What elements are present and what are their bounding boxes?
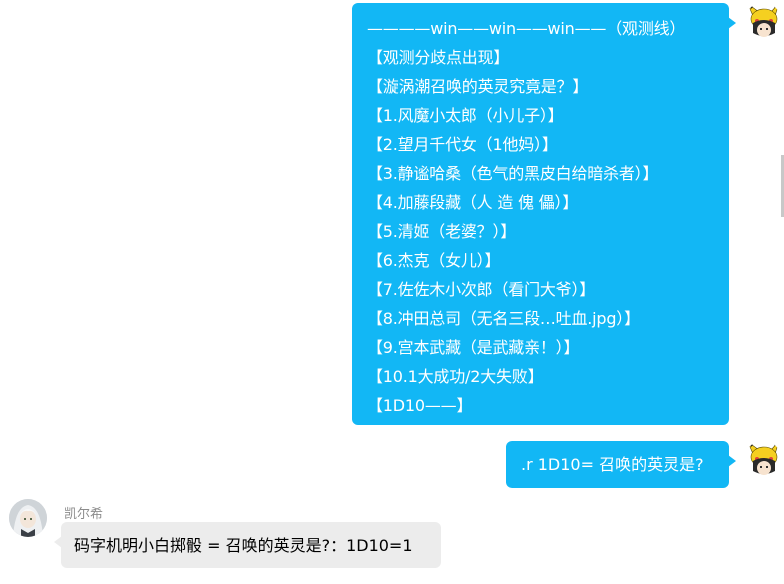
white-haired-character-avatar-icon[interactable] <box>9 499 47 537</box>
message-line: 【1D10——】 <box>367 396 473 415</box>
message-bubble-self[interactable]: .r 1D10= 召唤的英灵是? <box>506 441 736 488</box>
message-line: 【9.宫本武藏（是武藏亲！）】 <box>367 338 580 357</box>
message-line: 【3.静谧哈桑（色气的黑皮白给暗杀者）】 <box>367 164 659 183</box>
message-text: .r 1D10= 召唤的英灵是? <box>521 455 704 474</box>
message-line: 【8.冲田总司（无名三段…吐血.jpg）】 <box>367 309 640 328</box>
message-line: ————win——win——win——（观测线） <box>367 19 686 38</box>
message-line: 【7.佐佐木小次郎（看门大爷）】 <box>367 280 596 299</box>
message-line: 【6.杰克（女儿）】 <box>367 251 501 270</box>
pikachu-hat-avatar-icon[interactable] <box>744 3 782 41</box>
message-line: 【10.1大成功/2大失败】 <box>367 367 544 386</box>
pikachu-hat-avatar-icon[interactable] <box>744 441 782 479</box>
message-line: 【1.风魔小太郎（小儿子）】 <box>367 106 564 125</box>
message-line: 【观测分歧点出现】 <box>367 48 510 67</box>
message-line: 【2.望月千代女（1他妈）】 <box>367 135 558 154</box>
message-text: 码字机明小白掷骰 = 召唤的英灵是?：1D10=1 <box>74 536 413 555</box>
message-line: 【5.清姬（老婆？）】 <box>367 222 517 241</box>
message-line: 【4.加藤段藏（人 造 傀 儡）】 <box>367 193 579 212</box>
sender-name: 凯尔希 <box>64 507 104 522</box>
message-bubble-other[interactable]: 码字机明小白掷骰 = 召唤的英灵是?：1D10=1 <box>54 522 441 568</box>
message-bubble-self[interactable]: ————win——win——win——（观测线） 【观测分歧点出现】 【漩涡潮召… <box>352 3 736 425</box>
message-line: 【漩涡潮召唤的英灵究竟是？】 <box>367 77 589 96</box>
